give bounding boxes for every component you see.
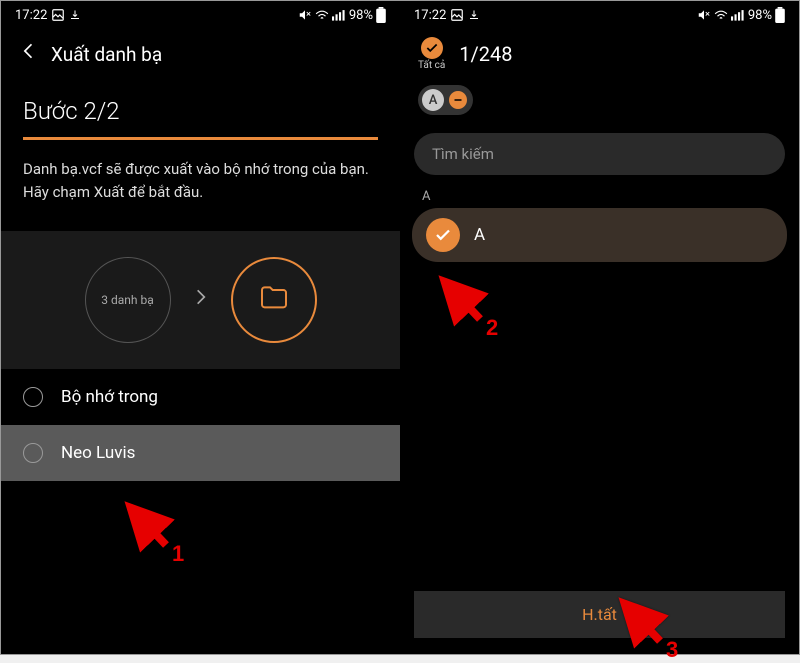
wifi-icon	[714, 9, 728, 21]
status-time: 17:22	[15, 8, 47, 23]
instruction-text: Danh bạ.vcf sẽ được xuất vào bộ nhớ tron…	[1, 140, 400, 221]
section-header: A	[400, 185, 799, 208]
remove-icon[interactable]	[449, 91, 467, 109]
status-bar: 17:22 98%	[400, 1, 799, 27]
source-circle: 3 danh bạ	[85, 257, 171, 343]
phone-screen-left: 17:22 98% Xuấ	[1, 1, 400, 654]
battery-icon	[376, 7, 386, 23]
folder-icon	[258, 282, 290, 318]
step-section: Bước 2/2	[1, 75, 400, 140]
radio-icon	[23, 387, 43, 407]
done-button[interactable]: H.tất	[414, 591, 785, 638]
status-time: 17:22	[414, 8, 446, 23]
step-title: Bước 2/2	[23, 97, 378, 125]
annotation-1: 1	[116, 495, 176, 555]
search-input[interactable]: Tìm kiếm	[414, 133, 785, 175]
status-bar: 17:22 98%	[1, 1, 400, 27]
contact-count: 3 danh bạ	[101, 293, 154, 307]
avatar: A	[422, 89, 444, 111]
done-label: H.tất	[582, 605, 617, 624]
contact-chip[interactable]: A	[418, 85, 473, 115]
signal-icon	[332, 9, 346, 21]
contact-row[interactable]: A	[412, 208, 787, 262]
page-title: Xuất danh bạ	[51, 43, 162, 66]
phone-screen-right: 17:22 98%	[400, 1, 799, 654]
download-icon	[69, 9, 81, 21]
image-icon	[51, 8, 65, 22]
download-icon	[468, 9, 480, 21]
option-neo-luvis[interactable]: Neo Luvis	[1, 425, 400, 481]
select-all-label: Tất cả	[418, 60, 445, 71]
selection-counter: 1/248	[459, 42, 512, 66]
destination-circle[interactable]	[231, 257, 317, 343]
mute-icon	[298, 8, 312, 22]
option-label: Neo Luvis	[61, 443, 135, 463]
check-icon	[426, 218, 460, 252]
radio-icon	[23, 443, 43, 463]
mute-icon	[697, 8, 711, 22]
arrow-icon	[191, 287, 211, 313]
signal-icon	[731, 9, 745, 21]
option-internal-storage[interactable]: Bộ nhớ trong	[1, 369, 400, 425]
select-all-button[interactable]: Tất cả	[418, 37, 445, 71]
back-icon[interactable]	[19, 41, 39, 67]
wifi-icon	[315, 9, 329, 21]
selection-header: Tất cả 1/248	[400, 27, 799, 81]
export-visual: 3 danh bạ	[1, 231, 400, 369]
search-placeholder: Tìm kiếm	[432, 145, 494, 163]
check-icon	[421, 37, 443, 59]
annotation-2: 2	[430, 269, 490, 329]
battery-icon	[775, 7, 785, 23]
option-label: Bộ nhớ trong	[61, 387, 158, 407]
contact-name: A	[474, 225, 485, 245]
status-battery: 98%	[349, 8, 373, 23]
status-battery: 98%	[748, 8, 772, 23]
selected-chips: A	[400, 81, 799, 125]
header: Xuất danh bạ	[1, 27, 400, 75]
image-icon	[450, 8, 464, 22]
